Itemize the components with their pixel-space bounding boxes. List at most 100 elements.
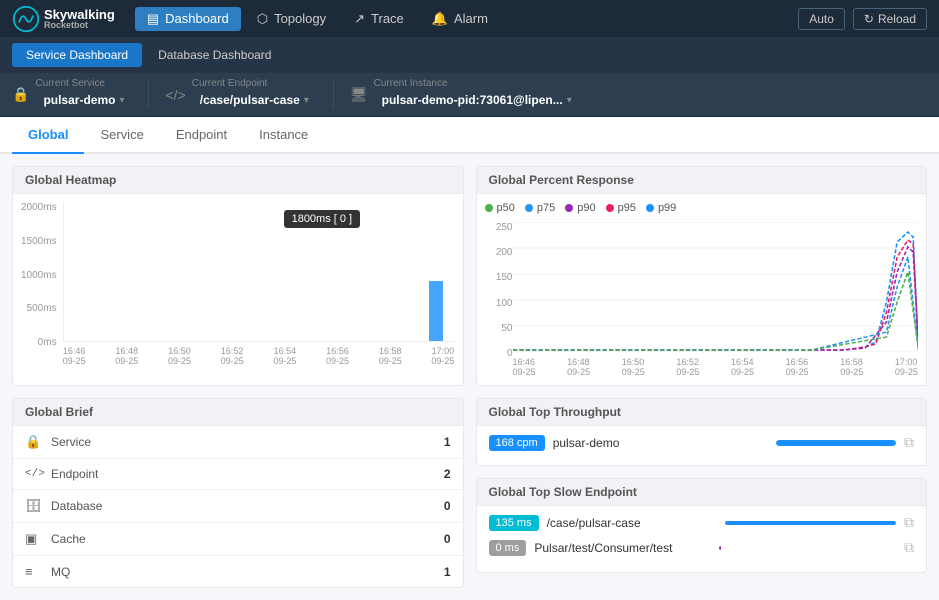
percent-response-title: Global Percent Response — [477, 167, 927, 194]
subnav-database-dashboard[interactable]: Database Dashboard — [144, 43, 285, 67]
heatmap-y-axis: 2000ms 1500ms 1000ms 500ms 0ms — [21, 202, 63, 366]
instance-value: pulsar-demo-pid:73061@lipen... — [382, 93, 563, 107]
throughput-bar-fill-0 — [776, 440, 896, 446]
slow-bar-0 — [725, 521, 896, 525]
nav-alarm[interactable]: 🔔 Alarm — [420, 7, 500, 31]
main-content: Global Heatmap 2000ms 1500ms 1000ms 500m… — [0, 154, 939, 600]
instance-select[interactable]: pulsar-demo-pid:73061@lipen... ▾ — [374, 89, 580, 111]
legend-dot-p95 — [606, 204, 614, 212]
heatmap-grid: 1800ms [ 0 ] — [63, 202, 455, 342]
tab-service[interactable]: Service — [84, 117, 159, 154]
endpoint-code-icon: </> — [165, 87, 185, 103]
slow-badge-1: 0 ms — [489, 540, 527, 556]
percent-response-body: p50 p75 p90 p95 p99 — [477, 194, 927, 385]
trace-icon: ↗ — [354, 11, 365, 27]
topology-icon: ⬡ — [257, 11, 268, 27]
auto-button[interactable]: Auto — [798, 8, 845, 30]
slow-row-0: 135 ms /case/pulsar-case ⧉ — [489, 514, 915, 531]
top-nav: Skywalking Rocketbot ▤ Dashboard ⬡ Topol… — [0, 0, 939, 37]
tab-endpoint[interactable]: Endpoint — [160, 117, 243, 154]
percent-chart-svg-wrap: 16:4609-25 16:4809-25 16:5009-25 16:5209… — [513, 222, 919, 377]
throughput-copy-0[interactable]: ⧉ — [904, 434, 914, 451]
global-brief-body: 🔒 Service 1 </> Endpoint 2 🗄 Database 0 … — [13, 426, 463, 587]
service-lock-icon: 🔒 — [12, 86, 29, 103]
nav-trace[interactable]: ↗ Trace — [342, 7, 416, 31]
alarm-icon: 🔔 — [432, 11, 448, 27]
nav-dashboard[interactable]: ▤ Dashboard — [135, 7, 241, 31]
nav-right: Auto ↻ Reload — [798, 8, 927, 30]
brief-row-database: 🗄 Database 0 — [13, 490, 463, 523]
percent-y-axis: 250 200 150 100 50 0 — [485, 222, 513, 377]
toolbar-divider-2 — [333, 81, 334, 109]
logo-icon — [12, 5, 40, 33]
throughput-title: Global Top Throughput — [477, 399, 927, 426]
throughput-label-0: pulsar-demo — [553, 436, 768, 450]
reload-button[interactable]: ↻ Reload — [853, 8, 927, 30]
service-chevron: ▾ — [119, 95, 124, 106]
brief-cache-value: 0 — [444, 532, 451, 546]
subnav-service-dashboard[interactable]: Service Dashboard — [12, 43, 142, 67]
brief-endpoint-label: Endpoint — [51, 467, 436, 481]
endpoint-chevron: ▾ — [304, 95, 309, 106]
legend-p99: p99 — [646, 202, 676, 214]
slow-label-0: /case/pulsar-case — [547, 516, 718, 530]
dashboard-icon: ▤ — [147, 11, 159, 27]
percent-response-card: Global Percent Response p50 p75 p90 p95 — [476, 166, 928, 386]
legend-dot-p75 — [525, 204, 533, 212]
brief-cache-label: Cache — [51, 532, 436, 546]
heatmap-tooltip: 1800ms [ 0 ] — [284, 210, 361, 228]
legend-dot-p90 — [565, 204, 573, 212]
mq-icon: ≡ — [25, 564, 43, 579]
brief-service-value: 1 — [444, 435, 451, 449]
right-bottom-col: Global Top Throughput 168 cpm pulsar-dem… — [476, 398, 928, 588]
slow-copy-1[interactable]: ⧉ — [904, 539, 914, 556]
legend-p75: p75 — [525, 202, 555, 214]
slow-bar-fill-1 — [719, 546, 721, 550]
reload-icon: ↻ — [864, 12, 874, 26]
legend-dot-p50 — [485, 204, 493, 212]
toolbar-endpoint: </> Current Endpoint /case/pulsar-case ▾ — [165, 78, 316, 111]
service-value: pulsar-demo — [43, 93, 115, 107]
percent-x-axis: 16:4609-25 16:4809-25 16:5009-25 16:5209… — [513, 357, 919, 377]
brief-endpoint-value: 2 — [444, 467, 451, 481]
legend-p90: p90 — [565, 202, 595, 214]
endpoint-value: /case/pulsar-case — [200, 93, 300, 107]
percent-legend: p50 p75 p90 p95 p99 — [485, 202, 919, 214]
brief-database-value: 0 — [444, 499, 451, 513]
tabs-bar: Global Service Endpoint Instance — [0, 117, 939, 154]
database-icon: 🗄 — [25, 498, 43, 514]
logo: Skywalking Rocketbot — [12, 5, 115, 33]
brief-row-service: 🔒 Service 1 — [13, 426, 463, 459]
heatmap-body: 2000ms 1500ms 1000ms 500ms 0ms 1800ms [ … — [13, 194, 463, 374]
slow-copy-0[interactable]: ⧉ — [904, 514, 914, 531]
slow-row-1: 0 ms Pulsar/test/Consumer/test ⧉ — [489, 539, 915, 556]
tab-global[interactable]: Global — [12, 117, 84, 154]
throughput-body: 168 cpm pulsar-demo ⧉ — [477, 426, 927, 465]
heatmap-area: 1800ms [ 0 ] 16:4609-25 16:4809-25 16:50… — [63, 202, 455, 366]
endpoint-label: Current Endpoint — [192, 78, 317, 89]
throughput-row-0: 168 cpm pulsar-demo ⧉ — [489, 434, 915, 451]
brief-database-label: Database — [51, 499, 436, 513]
service-icon: 🔒 — [25, 434, 43, 450]
heatmap-x-axis: 16:4609-25 16:4809-25 16:5009-25 16:5209… — [63, 346, 455, 366]
instance-monitor-icon: 🖥 — [350, 86, 368, 103]
heatmap-bar-last — [429, 281, 443, 341]
legend-dot-p99 — [646, 204, 654, 212]
tab-instance[interactable]: Instance — [243, 117, 324, 154]
global-brief-card: Global Brief 🔒 Service 1 </> Endpoint 2 … — [12, 398, 464, 588]
service-select[interactable]: pulsar-demo ▾ — [35, 89, 132, 111]
endpoint-select[interactable]: /case/pulsar-case ▾ — [192, 89, 317, 111]
legend-p95: p95 — [606, 202, 636, 214]
slow-badge-0: 135 ms — [489, 515, 539, 531]
throughput-card: Global Top Throughput 168 cpm pulsar-dem… — [476, 398, 928, 466]
slow-endpoint-card: Global Top Slow Endpoint 135 ms /case/pu… — [476, 478, 928, 573]
nav-topology[interactable]: ⬡ Topology — [245, 7, 338, 31]
service-label: Current Service — [35, 78, 132, 89]
instance-label: Current Instance — [374, 78, 580, 89]
legend-p50: p50 — [485, 202, 515, 214]
brief-service-label: Service — [51, 435, 436, 449]
brief-mq-value: 1 — [444, 565, 451, 579]
slow-endpoint-title: Global Top Slow Endpoint — [477, 479, 927, 506]
slow-endpoint-body: 135 ms /case/pulsar-case ⧉ 0 ms Pulsar/t… — [477, 506, 927, 572]
slow-bar-1 — [719, 546, 896, 550]
